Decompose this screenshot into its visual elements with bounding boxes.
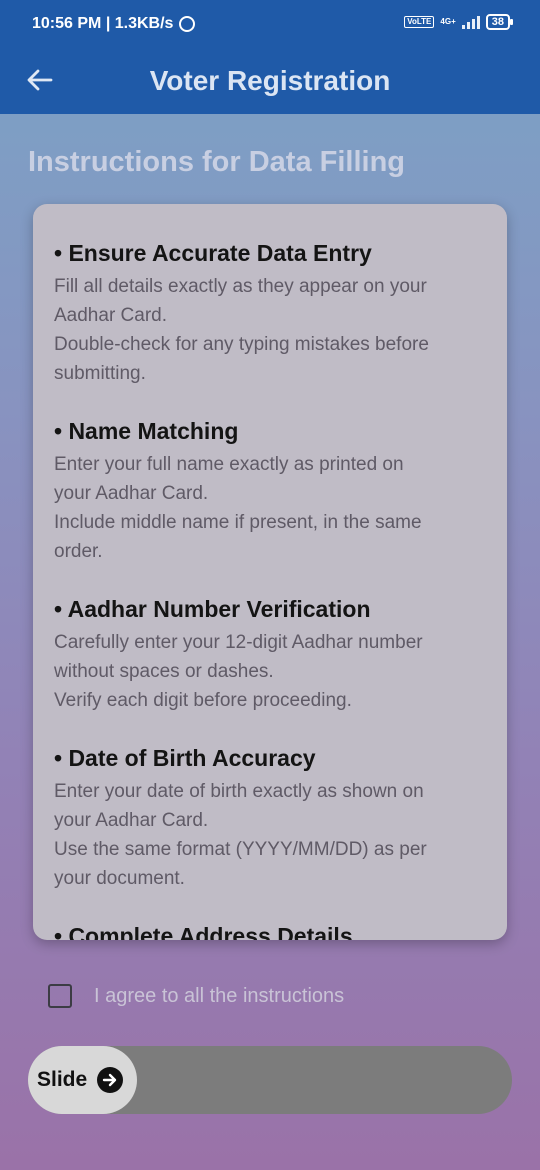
instruction-text: Fill all details exactly as they appear …	[54, 276, 427, 297]
status-icons: VoLTE 4G+ 38	[404, 14, 514, 30]
instructions-list: • Ensure Accurate Data Entry Fill all det…	[33, 204, 507, 940]
arrow-right-circle-icon	[97, 1067, 124, 1093]
battery-icon: 38	[485, 14, 514, 30]
instructions-title: Instructions for Data Filling	[28, 146, 406, 178]
slide-label: Slide	[37, 1068, 88, 1091]
instruction-item: • Aadhar Number Verification Carefully en…	[54, 594, 486, 715]
instruction-text: your document.	[54, 868, 185, 889]
instruction-text: order.	[54, 541, 103, 562]
status-bar: 10:56 PM | 1.3KB/s VoLTE 4G+ 38	[0, 0, 540, 48]
page-title: Voter Registration	[149, 65, 391, 96]
instruction-heading: • Complete Address Details	[54, 923, 353, 940]
instruction-text: Enter your full name exactly as printed …	[54, 454, 404, 475]
instruction-text: without spaces or dashes.	[54, 661, 274, 682]
instructions-card[interactable]: • Ensure Accurate Data Entry Fill all det…	[33, 204, 507, 940]
network-type: 4G+	[440, 17, 456, 26]
instruction-text: Aadhar Card.	[54, 305, 168, 326]
instruction-text: Verify each digit before proceeding.	[54, 690, 352, 711]
instruction-text: your Aadhar Card.	[54, 810, 209, 831]
instruction-text: Use the same format (YYYY/MM/DD) as per	[54, 839, 427, 860]
instruction-item: • Date of Birth Accuracy Enter your date …	[54, 743, 486, 893]
instruction-heading: • Date of Birth Accuracy	[54, 745, 316, 771]
instruction-item: • Complete Address Details	[54, 921, 486, 940]
app-bar: Voter Registration	[0, 48, 540, 114]
instruction-item: • Name Matching Enter your full name exac…	[54, 416, 486, 566]
agree-label: I agree to all the instructions	[94, 984, 345, 1007]
slide-to-submit-track[interactable]: Slide	[28, 1046, 512, 1114]
agree-row[interactable]: I agree to all the instructions	[48, 984, 344, 1008]
signal-icon	[461, 15, 480, 29]
instruction-text: Carefully enter your 12-digit Aadhar num…	[54, 632, 423, 653]
instruction-item: • Ensure Accurate Data Entry Fill all det…	[54, 238, 486, 388]
instruction-text: submitting.	[54, 363, 146, 384]
instruction-text: Include middle name if present, in the s…	[54, 512, 422, 533]
status-time-speed: 10:56 PM | 1.3KB/s	[32, 15, 174, 32]
instruction-text: your Aadhar Card.	[54, 483, 209, 504]
alarm-icon	[179, 16, 196, 32]
volte-icon: VoLTE	[404, 16, 435, 28]
instruction-heading: • Ensure Accurate Data Entry	[54, 240, 372, 266]
instruction-text: Enter your date of birth exactly as show…	[54, 781, 424, 802]
agree-checkbox[interactable]	[48, 984, 72, 1008]
instruction-text: Double-check for any typing mistakes bef…	[54, 334, 429, 355]
slide-thumb[interactable]: Slide	[28, 1046, 137, 1114]
back-button[interactable]	[22, 62, 58, 98]
arrow-left-icon	[27, 69, 53, 91]
instruction-heading: • Name Matching	[54, 418, 239, 444]
instruction-heading: • Aadhar Number Verification	[54, 596, 371, 622]
